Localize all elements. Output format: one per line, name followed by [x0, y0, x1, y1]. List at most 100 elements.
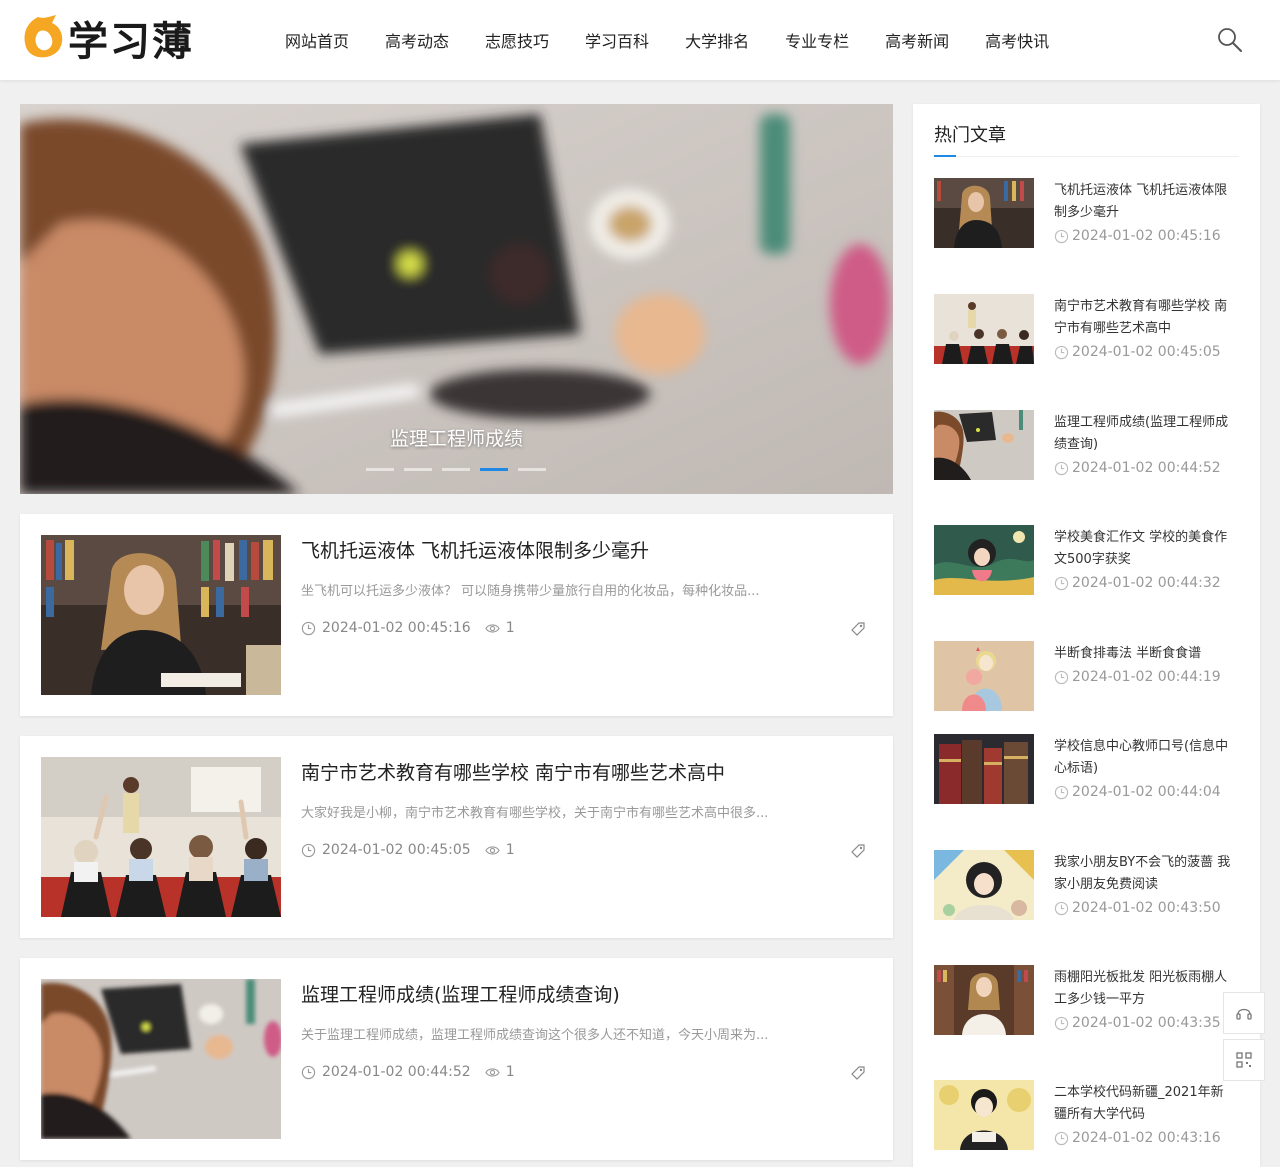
article-thumbnail[interactable]	[41, 535, 281, 695]
nav-item-gaokao-report[interactable]: 高考新闻	[867, 28, 967, 52]
site-header: 学习薄 网站首页 高考动态 志愿技巧 学习百科 大学排名 专业专栏 高考新闻 高…	[0, 0, 1280, 80]
nav-item-major-column[interactable]: 专业专栏	[767, 28, 867, 52]
qrcode-button[interactable]	[1223, 1039, 1265, 1081]
article-view-count: 1	[505, 1064, 515, 1080]
sidebar-item-thumbnail[interactable]	[934, 965, 1034, 1035]
hot-articles-sidebar: 热门文章 飞机托运液体 飞机托运液体限制多少毫升 2024-01-02 00:4…	[913, 104, 1260, 1167]
sidebar-item-title[interactable]: 我家小朋友BY不会飞的菠蔷 我家小朋友免费阅读	[1054, 852, 1234, 896]
article-title[interactable]: 飞机托运液体 飞机托运液体限制多少毫升	[301, 536, 649, 563]
headset-icon	[1236, 1008, 1252, 1020]
nav-item-volunteer-tips[interactable]: 志愿技巧	[467, 28, 567, 52]
sidebar-item-date: 2024-01-02 00:45:16	[1054, 228, 1221, 244]
banner-caption[interactable]: 监理工程师成绩	[20, 424, 893, 451]
clock-icon	[1054, 1131, 1069, 1145]
banner-slider[interactable]: 监理工程师成绩	[20, 104, 893, 494]
logo-mark-icon	[24, 15, 63, 58]
sidebar-item-title[interactable]: 南宁市艺术教育有哪些学校 南宁市有哪些艺术高中	[1054, 296, 1234, 340]
article-date: 2024-01-02 00:45:05	[322, 842, 471, 858]
customer-service-button[interactable]	[1223, 992, 1265, 1034]
article-date: 2024-01-02 00:44:52	[322, 1064, 471, 1080]
sidebar-item-date: 2024-01-02 00:44:32	[1054, 575, 1221, 591]
logo-text: 学习薄	[68, 18, 194, 65]
sidebar-item: 我家小朋友BY不会飞的菠蔷 我家小朋友免费阅读 2024-01-02 00:43…	[934, 850, 1239, 922]
article-date: 2024-01-02 00:45:16	[322, 620, 471, 636]
sidebar-item: 南宁市艺术教育有哪些学校 南宁市有哪些艺术高中 2024-01-02 00:45…	[934, 294, 1239, 366]
search-icon[interactable]	[1216, 26, 1244, 54]
clock-icon	[301, 621, 316, 635]
eye-icon	[484, 1067, 500, 1077]
sidebar-item: 雨棚阳光板批发 阳光板雨棚人工多少钱一平方 2024-01-02 00:43:3…	[934, 965, 1239, 1037]
article-title[interactable]: 南宁市艺术教育有哪些学校 南宁市有哪些艺术高中	[301, 758, 725, 785]
article-meta: 2024-01-02 00:45:05 1	[301, 842, 515, 858]
tag-icon[interactable]	[850, 843, 866, 859]
sidebar-item-title[interactable]: 学校信息中心教师口号(信息中心标语)	[1054, 736, 1234, 780]
article-views: 1	[484, 620, 515, 636]
article-card: 监理工程师成绩(监理工程师成绩查询) 关于监理工程师成绩，监理工程师成绩查询这个…	[20, 958, 893, 1160]
sidebar-item-title[interactable]: 学校美食汇作文 学校的美食作文500字获奖	[1054, 527, 1234, 571]
sidebar-item-date-text: 2024-01-02 00:43:16	[1072, 1130, 1221, 1146]
article-meta: 2024-01-02 00:45:16 1	[301, 620, 515, 636]
banner-dot-1[interactable]	[366, 468, 394, 471]
article-thumbnail[interactable]	[41, 757, 281, 917]
sidebar-item-thumbnail[interactable]	[934, 641, 1034, 711]
sidebar-item-thumbnail[interactable]	[934, 178, 1034, 248]
clock-icon	[1054, 1016, 1069, 1030]
sidebar-item-date-text: 2024-01-02 00:44:04	[1072, 784, 1221, 800]
clock-icon	[1054, 576, 1069, 590]
tag-icon[interactable]	[850, 621, 866, 637]
nav-item-home[interactable]: 网站首页	[267, 28, 367, 52]
banner-dot-3[interactable]	[442, 468, 470, 471]
article-card: 南宁市艺术教育有哪些学校 南宁市有哪些艺术高中 大家好我是小柳，南宁市艺术教育有…	[20, 736, 893, 938]
banner-dots	[366, 468, 546, 471]
article-thumbnail[interactable]	[41, 979, 281, 1139]
sidebar-item-title[interactable]: 雨棚阳光板批发 阳光板雨棚人工多少钱一平方	[1054, 967, 1234, 1011]
banner-dot-5[interactable]	[518, 468, 546, 471]
sidebar-item-date-text: 2024-01-02 00:43:50	[1072, 900, 1221, 916]
nav-item-encyclopedia[interactable]: 学习百科	[567, 28, 667, 52]
clock-icon	[1054, 345, 1069, 359]
sidebar-item-thumbnail[interactable]	[934, 1080, 1034, 1150]
sidebar-item: 二本学校代码新疆_2021年新疆所有大学代码 2024-01-02 00:43:…	[934, 1080, 1239, 1152]
article-title[interactable]: 监理工程师成绩(监理工程师成绩查询)	[301, 980, 620, 1007]
sidebar-item-thumbnail[interactable]	[934, 410, 1034, 480]
sidebar-item-thumbnail[interactable]	[934, 734, 1034, 804]
article-view-count: 1	[505, 842, 515, 858]
sidebar-item-date: 2024-01-02 00:44:52	[1054, 460, 1221, 476]
clock-icon	[301, 843, 316, 857]
article-excerpt: 大家好我是小柳，南宁市艺术教育有哪些学校，关于南宁市有哪些艺术高中很多...	[301, 806, 769, 821]
sidebar-item-thumbnail[interactable]	[934, 294, 1034, 364]
clock-icon	[301, 1065, 316, 1079]
sidebar-item-title[interactable]: 飞机托运液体 飞机托运液体限制多少毫升	[1054, 180, 1234, 224]
sidebar-item-date: 2024-01-02 00:44:04	[1054, 784, 1221, 800]
article-meta: 2024-01-02 00:44:52 1	[301, 1064, 515, 1080]
sidebar-item-date-text: 2024-01-02 00:44:19	[1072, 669, 1221, 685]
sidebar-item-thumbnail[interactable]	[934, 850, 1034, 920]
clock-icon	[1054, 670, 1069, 684]
sidebar-item-date-text: 2024-01-02 00:45:05	[1072, 344, 1221, 360]
article-views: 1	[484, 1064, 515, 1080]
nav-item-gaokao-flash[interactable]: 高考快讯	[967, 28, 1067, 52]
article-excerpt: 关于监理工程师成绩，监理工程师成绩查询这个很多人还不知道，今天小周来为...	[301, 1028, 769, 1043]
sidebar-item-date: 2024-01-02 00:45:05	[1054, 344, 1221, 360]
nav-item-university-ranking[interactable]: 大学排名	[667, 28, 767, 52]
clock-icon	[1054, 229, 1069, 243]
tag-icon[interactable]	[850, 1065, 866, 1081]
article-excerpt: 坐飞机可以托运多少液体？ 可以随身携带少量旅行自用的化妆品，每种化妆品...	[301, 584, 760, 599]
banner-dot-2[interactable]	[404, 468, 432, 471]
main-nav: 网站首页 高考动态 志愿技巧 学习百科 大学排名 专业专栏 高考新闻 高考快讯	[267, 0, 1067, 80]
sidebar-item-date: 2024-01-02 00:43:50	[1054, 900, 1221, 916]
sidebar-divider	[934, 156, 1239, 157]
sidebar-item: 飞机托运液体 飞机托运液体限制多少毫升 2024-01-02 00:45:16	[934, 178, 1239, 250]
sidebar-item: 学校美食汇作文 学校的美食作文500字获奖 2024-01-02 00:44:3…	[934, 525, 1239, 597]
sidebar-item-date-text: 2024-01-02 00:44:32	[1072, 575, 1221, 591]
nav-item-gaokao-news[interactable]: 高考动态	[367, 28, 467, 52]
sidebar-item-title[interactable]: 监理工程师成绩(监理工程师成绩查询)	[1054, 412, 1234, 456]
banner-dot-4[interactable]	[480, 468, 508, 471]
sidebar-item-thumbnail[interactable]	[934, 525, 1034, 595]
site-logo[interactable]: 学习薄	[18, 10, 194, 66]
sidebar-item-date-text: 2024-01-02 00:44:52	[1072, 460, 1221, 476]
sidebar-item-title[interactable]: 半断食排毒法 半断食食谱	[1054, 643, 1234, 665]
sidebar-item-title[interactable]: 二本学校代码新疆_2021年新疆所有大学代码	[1054, 1082, 1234, 1126]
clock-icon	[1054, 461, 1069, 475]
article-card: 飞机托运液体 飞机托运液体限制多少毫升 坐飞机可以托运多少液体？ 可以随身携带少…	[20, 514, 893, 716]
